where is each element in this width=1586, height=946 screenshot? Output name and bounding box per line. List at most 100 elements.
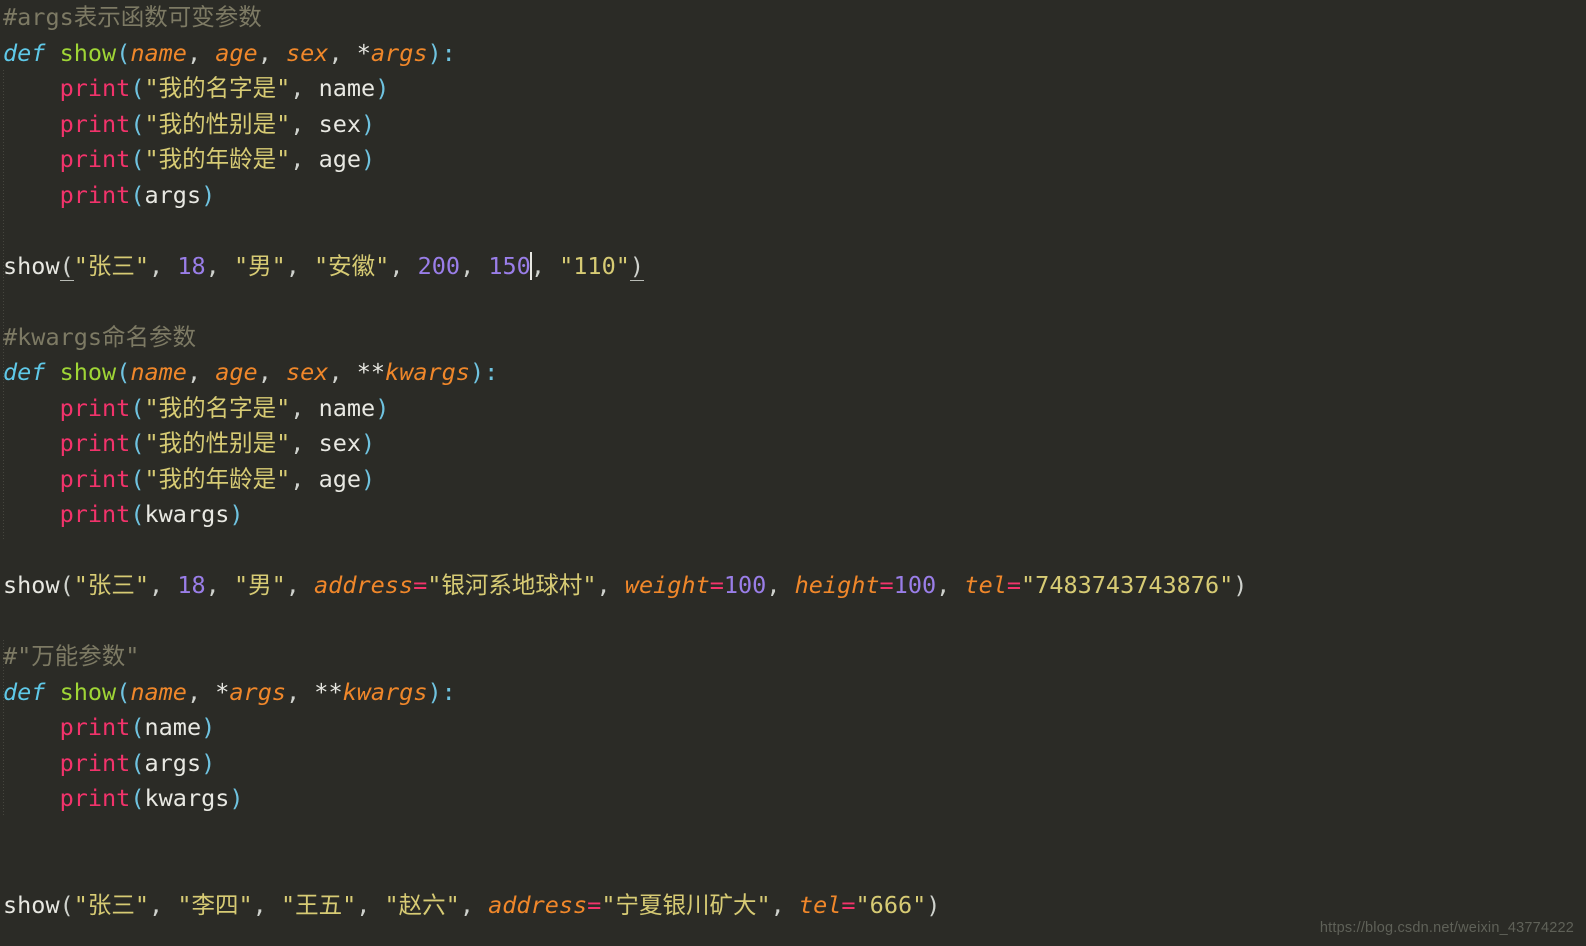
paren-open: ( [130,464,145,493]
function-call: show [3,571,60,599]
builtin-print: print [59,109,131,138]
comma: , [186,677,216,706]
code-line[interactable]: print("我的年龄是", age) [3,142,1586,178]
code-line[interactable]: #args表示函数可变参数 [3,0,1586,36]
kwarg-key-address: address [314,571,414,599]
paren-open: ( [130,713,145,741]
paren-open: ( [130,145,145,173]
keyword-def: def [3,677,46,706]
code-line-empty[interactable] [3,284,1586,320]
comma: , [328,358,357,386]
comma: , [290,145,319,173]
comment-token: #kwargs命名参数 [3,322,197,351]
paren-open: ( [130,429,145,457]
code-line[interactable]: show("张三", "李四", "王五", "赵六", address="宁夏… [3,888,1586,924]
builtin-print: print [59,180,131,209]
variable-sex: sex [318,109,362,138]
star-operator: * [215,677,230,706]
code-line[interactable]: print(args) [3,178,1586,214]
code-line[interactable]: print("我的年龄是", age) [3,462,1586,498]
code-line-empty[interactable] [3,852,1586,888]
code-line-empty[interactable] [3,817,1586,853]
number-literal: 100 [723,571,767,599]
code-line[interactable]: #kwargs命名参数 [3,320,1586,356]
param-name: name [130,358,187,386]
builtin-print: print [59,748,131,777]
param-name: name [130,38,187,67]
string-literal: "赵六" [384,890,460,919]
code-line[interactable]: def show(name, age, sex, *args): [3,36,1586,72]
variable-name: name [318,393,376,422]
paren-open: ( [130,784,145,812]
code-line-empty[interactable] [3,533,1586,569]
function-name: show [59,358,117,386]
code-line[interactable]: show("张三", 18, "男", address="银河系地球村", we… [3,568,1586,604]
code-line[interactable]: print("我的名字是", name) [3,71,1586,107]
string-literal: "我的性别是" [144,429,291,457]
variable-age: age [318,145,362,173]
variable-sex: sex [318,429,362,457]
param-age: age [215,38,258,67]
code-line-empty[interactable] [3,604,1586,640]
string-literal: "王五" [280,890,357,919]
string-literal: "张三" [73,251,150,280]
paren-close: ) [201,748,216,777]
code-content[interactable]: #args表示函数可变参数 def show(name, age, sex, *a… [0,0,1586,923]
string-literal: "张三" [73,890,150,919]
comma: , [356,890,385,919]
code-line-empty[interactable] [3,213,1586,249]
paren-open: ( [130,500,145,528]
comma: , [530,251,560,280]
code-editor[interactable]: #args表示函数可变参数 def show(name, age, sex, *a… [0,0,1586,946]
code-line[interactable]: show("张三", 18, "男", "安徽", 200, 150, "110… [3,249,1586,285]
code-line[interactable]: def show(name, age, sex, **kwargs): [3,355,1586,391]
comma: , [290,393,319,422]
comma: , [290,464,319,493]
builtin-print: print [59,784,131,812]
paren-open: ( [130,180,145,209]
code-line[interactable]: #"万能参数" [3,639,1586,675]
kwarg-key-tel: tel [964,571,1007,599]
variable-args: args [144,180,202,209]
comma: , [186,38,216,67]
double-star-operator: ** [356,358,386,386]
string-literal: "银河系地球村" [427,571,597,599]
param-kwargs: kwargs [385,358,470,386]
code-line[interactable]: print("我的性别是", sex) [3,107,1586,143]
code-line[interactable]: print("我的名字是", name) [3,391,1586,427]
comma: , [285,251,315,280]
string-literal: "7483743743876" [1021,571,1234,599]
paren-close-matched: ) [629,251,645,281]
string-literal: "我的性别是" [144,109,291,138]
paren-close: ) [201,713,216,741]
paren-close: ) [375,74,390,102]
code-line[interactable]: def show(name, *args, **kwargs): [3,675,1586,711]
comma: , [766,571,795,599]
string-literal: "安徽" [314,251,390,280]
code-line[interactable]: print(args) [3,746,1586,782]
comma: , [149,890,178,919]
comment-token: #args表示函数可变参数 [3,3,262,31]
paren-close: ) [361,464,376,493]
string-literal: "我的名字是" [144,74,291,102]
code-line[interactable]: print("我的性别是", sex) [3,426,1586,462]
equals-operator: = [1006,571,1022,599]
code-line[interactable]: print(kwargs) [3,781,1586,817]
comma: , [149,571,178,599]
variable-name: name [144,713,202,741]
function-call: show [3,890,60,919]
paren-open: ( [59,571,74,599]
paren-close: ) [229,500,244,528]
code-line[interactable]: print(name) [3,710,1586,746]
string-literal: "男" [233,251,286,280]
paren-open-matched: ( [59,251,74,281]
code-line[interactable]: print(kwargs) [3,497,1586,533]
string-literal: "我的年龄是" [144,464,291,493]
paren-close: ) [1233,571,1248,599]
kwarg-key-address: address [488,890,588,919]
